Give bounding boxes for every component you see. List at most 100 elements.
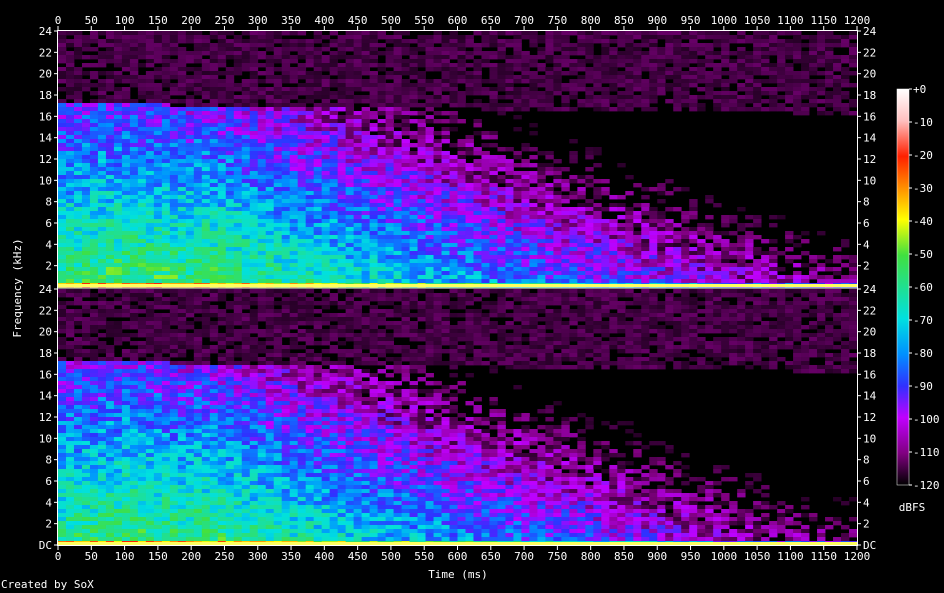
- spectrogram-cell: [481, 247, 490, 252]
- spectrogram-cell: [513, 227, 522, 232]
- spectrogram-cell: [105, 107, 115, 112]
- spectrogram-cell: [465, 187, 474, 192]
- spectrogram-cell: [273, 143, 283, 148]
- spectrogram-cell: [649, 43, 658, 48]
- spectrogram-cell: [697, 87, 706, 92]
- spectrogram-cell: [849, 63, 858, 68]
- spectrogram-cell: [201, 191, 211, 196]
- spectrogram-cell: [329, 243, 339, 248]
- spectrogram-cell: [241, 271, 251, 276]
- spectrogram-cell: [601, 179, 610, 184]
- spectrogram-cell: [329, 251, 339, 256]
- spectrogram-cell: [313, 243, 323, 248]
- spectrogram-cell: [329, 71, 339, 76]
- spectrogram-cell: [257, 107, 267, 112]
- spectrogram-cell: [537, 239, 546, 244]
- spectrogram-cell: [401, 239, 410, 244]
- spectrogram-cell: [625, 247, 634, 252]
- spectrogram-cell: [825, 75, 834, 80]
- spectrogram-cell: [113, 135, 123, 140]
- spectrogram-cell: [129, 151, 139, 156]
- spectrogram-cell: [113, 211, 123, 216]
- spectrogram-cell: [337, 267, 347, 272]
- spectrogram-cell: [425, 55, 434, 60]
- spectrogram-cell: [553, 171, 562, 176]
- spectrogram-cell: [297, 263, 307, 268]
- spectrogram-cell: [553, 259, 562, 264]
- spectrogram-cell: [105, 239, 115, 244]
- spectrogram-cell: [273, 275, 283, 280]
- spectrogram-cell: [713, 35, 722, 40]
- spectrogram-cell: [329, 67, 339, 72]
- spectrogram-cell: [145, 183, 155, 188]
- spectrogram-cell: [305, 55, 315, 60]
- spectrogram-cell: [58, 199, 67, 204]
- spectrogram-cell: [65, 167, 75, 172]
- spectrogram-cell: [273, 131, 283, 136]
- spectrogram-cell: [817, 71, 826, 76]
- spectrogram-cell: [58, 421, 67, 426]
- spectrogram-cell: [249, 231, 259, 236]
- spectrogram-cell: [185, 243, 195, 248]
- spectrogram-cell: [593, 207, 602, 212]
- spectrogram-cell: [129, 203, 139, 208]
- spectrogram-cell: [521, 183, 530, 188]
- spectrogram-cell: [553, 231, 562, 236]
- spectrogram-cell: [681, 43, 690, 48]
- spectrogram-cell: [209, 183, 219, 188]
- spectrogram-cell: [625, 271, 634, 276]
- spectrogram-cell: [361, 279, 371, 284]
- spectrogram-cell: [257, 151, 267, 156]
- spectrogram-cell: [153, 187, 163, 192]
- spectrogram-cell: [81, 183, 91, 188]
- spectrogram-cell: [337, 79, 347, 84]
- spectrogram-cell: [609, 251, 618, 256]
- spectrogram-cell: [433, 51, 442, 56]
- spectrogram-cell: [657, 59, 666, 64]
- spectrogram-cell: [65, 211, 75, 216]
- spectrogram-cell: [209, 259, 219, 264]
- spectrogram-cell: [377, 111, 386, 116]
- spectrogram-cell: [129, 171, 139, 176]
- spectrogram-cell: [81, 279, 91, 284]
- spectrogram-cell: [257, 263, 267, 268]
- spectrogram-cell: [257, 259, 267, 264]
- spectrogram-cell: [145, 223, 155, 228]
- spectrogram-cell: [58, 99, 67, 104]
- spectrogram-cell: [249, 235, 259, 240]
- spectrogram-cell: [513, 91, 522, 96]
- spectrogram-cell: [145, 91, 155, 96]
- spectrogram-cell: [689, 59, 698, 64]
- spectrogram-cell: [625, 259, 634, 264]
- spectrogram-cell: [745, 87, 754, 92]
- spectrogram-cell: [737, 207, 746, 212]
- spectrogram-cell: [209, 155, 219, 160]
- spectrogram-cell: [713, 259, 722, 264]
- spectrogram-cell: [185, 211, 195, 216]
- spectrogram-cell: [65, 437, 75, 442]
- spectrogram-cell: [433, 203, 442, 208]
- spectrogram-cell: [697, 223, 706, 228]
- spectrogram-cell: [489, 39, 498, 44]
- spectrogram-cell: [97, 187, 107, 192]
- spectrogram-cell: [353, 275, 363, 280]
- spectrogram-cell: [249, 251, 259, 256]
- spectrogram-cell: [305, 195, 315, 200]
- spectrogram-cell: [249, 191, 259, 196]
- spectrogram-cell: [321, 243, 331, 248]
- spectrogram-cell: [89, 163, 99, 168]
- spectrogram-cell: [457, 271, 466, 276]
- spectrogram-cell: [569, 279, 578, 284]
- spectrogram-cell: [345, 123, 355, 128]
- spectrogram-cell: [113, 107, 123, 112]
- spectrogram-cell: [689, 255, 698, 260]
- spectrogram-cell: [505, 159, 514, 164]
- spectrogram-cell: [529, 199, 538, 204]
- spectrogram-cell: [345, 139, 355, 144]
- spectrogram-cell: [721, 107, 730, 112]
- spectrogram-cell: [161, 31, 171, 36]
- spectrogram-cell: [97, 275, 107, 280]
- spectrogram-cell: [569, 259, 578, 264]
- spectrogram-cell: [58, 35, 67, 40]
- spectrogram-cell: [569, 251, 578, 256]
